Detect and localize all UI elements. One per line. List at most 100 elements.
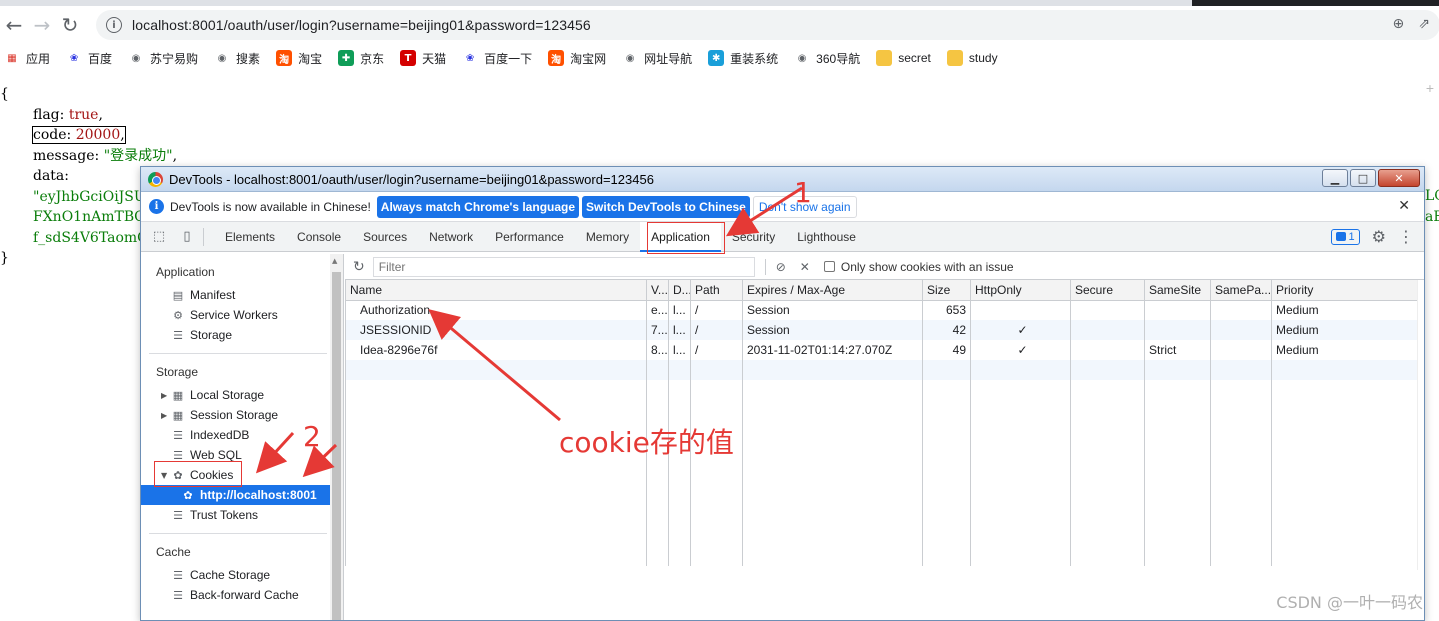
expand-arrow-icon[interactable]: ▶ <box>161 391 171 400</box>
sidebar-item-cache-storage[interactable]: ☰ Cache Storage <box>141 565 343 585</box>
forward-icon[interactable]: → <box>28 11 56 39</box>
table-cell <box>970 380 1071 566</box>
table-row[interactable]: JSESSIONID 7... l... / Session 42 ✓ Medium <box>345 320 1418 340</box>
table-cell <box>1210 380 1272 566</box>
table-cell: 49 <box>922 340 971 360</box>
tab-security[interactable]: Security <box>721 222 786 252</box>
bookmark-item[interactable]: 淘淘宝网 <box>548 50 606 67</box>
settings-gear-icon[interactable]: ⚙ <box>1372 227 1386 246</box>
bookmark-item[interactable]: 淘淘宝 <box>276 50 322 67</box>
tab-memory[interactable]: Memory <box>575 222 640 252</box>
table-row[interactable]: Authorization e... l... / Session 653 Medium <box>345 300 1418 320</box>
maximize-button[interactable]: □ <box>1350 169 1376 187</box>
column-header[interactable]: V... <box>646 280 669 301</box>
bookmark-item[interactable]: secret <box>876 50 931 66</box>
annotation-label-1: 1 <box>794 176 812 209</box>
database-icon: ☰ <box>173 328 183 342</box>
table-header-row: Name V... D... Path Expires / Max-Age Size Htt… <box>345 280 1418 301</box>
share-icon[interactable]: ⇗ <box>1418 16 1430 32</box>
bookmark-item[interactable]: ◉ 360导航 <box>794 50 860 67</box>
scroll-up-icon[interactable]: ▲ <box>332 257 337 265</box>
sidebar-scrollbar[interactable]: ▲ <box>330 254 343 620</box>
column-header[interactable]: D... <box>668 280 691 301</box>
issues-badge[interactable]: 1 <box>1330 228 1360 245</box>
column-header[interactable]: HttpOnly <box>970 280 1071 301</box>
sidebar-item-local-storage[interactable]: ▶ ▦ Local Storage <box>141 385 343 405</box>
address-bar[interactable]: i localhost:8001/oauth/user/login?userna… <box>96 10 1439 40</box>
sidebar-item-storage[interactable]: ☰ Storage <box>141 325 343 345</box>
bookmark-item[interactable]: study <box>946 50 998 66</box>
back-icon[interactable]: ← <box>0 11 28 39</box>
bookmark-item[interactable]: ▦ 应用 <box>4 50 50 67</box>
tab-console[interactable]: Console <box>286 222 352 252</box>
url-text[interactable]: localhost:8001/oauth/user/login?username… <box>132 17 591 33</box>
column-header[interactable]: Expires / Max-Age <box>742 280 923 301</box>
table-cell: / <box>690 340 743 360</box>
globe-icon: ◉ <box>131 52 141 64</box>
bookmark-label: 天猫 <box>422 51 447 66</box>
column-header[interactable]: Size <box>922 280 971 301</box>
minimize-button[interactable]: ▁ <box>1322 169 1348 187</box>
table-row[interactable]: Idea-8296e76f 8... l.../2031-11-02T01:14:2… <box>345 340 1418 360</box>
refresh-icon[interactable]: ↻ <box>353 259 365 275</box>
tab-separator <box>203 227 204 246</box>
cookies-table: Name V... D... Path Expires / Max-Age Size Htt… <box>345 280 1418 566</box>
gear-icon: ⚙ <box>173 308 183 322</box>
bookmark-item[interactable]: T 天猫 <box>400 50 446 67</box>
only-issues-checkbox[interactable] <box>823 261 835 272</box>
tab-lighthouse[interactable]: Lighthouse <box>786 222 867 252</box>
table-cell: e... <box>646 300 669 320</box>
tab-elements[interactable]: Elements <box>214 222 286 252</box>
close-infobar-icon[interactable]: ✕ <box>1398 198 1410 214</box>
sidebar-item-cookie-origin[interactable]: ✿ http://localhost:8001 <box>141 485 343 505</box>
bookmark-item[interactable]: ◉ 搜素 <box>214 50 260 67</box>
taobao-icon: 淘 <box>548 50 565 66</box>
column-header[interactable]: Name <box>345 280 647 301</box>
sidebar-item-trust-tokens[interactable]: ☰ Trust Tokens <box>141 505 343 525</box>
devtools-titlebar[interactable]: DevTools - localhost:8001/oauth/user/log… <box>141 167 1424 192</box>
table-scrollbar[interactable] <box>1417 280 1424 570</box>
close-window-button[interactable]: ✕ <box>1378 169 1420 187</box>
tab-performance[interactable]: Performance <box>484 222 575 252</box>
tab-network[interactable]: Network <box>418 222 484 252</box>
devtools-tabbar: ⬚ ▯ Elements Console Sources Network Perform… <box>141 221 1424 252</box>
inspect-element-icon[interactable]: ⬚ <box>149 227 169 247</box>
annotation-box-cookies <box>154 461 242 487</box>
bookmark-item[interactable]: ✚ 京东 <box>338 50 384 67</box>
bookmark-item[interactable]: ✱ 重装系统 <box>708 50 778 67</box>
always-match-language-button[interactable]: Always match Chrome's language <box>376 195 580 218</box>
column-header[interactable]: Secure <box>1070 280 1145 301</box>
reload-icon[interactable]: ↻ <box>56 11 84 39</box>
table-cell <box>1210 320 1272 340</box>
tab-sources[interactable]: Sources <box>352 222 418 252</box>
sidebar-item-service-workers[interactable]: ⚙ Service Workers <box>141 305 343 325</box>
more-options-icon[interactable]: ⋮ <box>1398 227 1414 246</box>
toolbar-separator <box>764 258 766 275</box>
table-cell <box>1271 360 1418 380</box>
clear-filtered-cookies-icon[interactable]: ⊘ <box>776 260 786 274</box>
bookmark-item[interactable]: ❀ 百度一下 <box>462 50 532 67</box>
column-header[interactable]: Priority <box>1271 280 1418 301</box>
switch-to-chinese-button[interactable]: Switch DevTools to Chinese <box>582 195 750 218</box>
expand-arrow-icon[interactable]: ▶ <box>161 411 171 420</box>
expand-plus-icon[interactable]: + <box>1421 80 1439 98</box>
globe-icon: ◉ <box>797 52 807 64</box>
bookmark-item[interactable]: ◉ 苏宁易购 <box>128 50 198 67</box>
table-cell <box>345 360 647 380</box>
filter-input[interactable] <box>372 256 755 277</box>
sidebar-item-back-forward-cache[interactable]: ☰ Back-forward Cache <box>141 585 343 605</box>
zoom-icon[interactable]: ⊕ <box>1393 16 1405 32</box>
sidebar-item-manifest[interactable]: ▤ Manifest <box>141 285 343 305</box>
delete-selected-icon[interactable]: ✕ <box>800 260 810 274</box>
table-cell <box>970 300 1071 320</box>
bookmark-item[interactable]: ◉ 网址导航 <box>622 50 692 67</box>
site-info-icon[interactable]: i <box>106 17 122 33</box>
device-toolbar-icon[interactable]: ▯ <box>177 227 197 247</box>
column-header[interactable]: Path <box>690 280 743 301</box>
globe-icon: ◉ <box>625 52 635 64</box>
column-header[interactable]: SameSite <box>1144 280 1211 301</box>
sidebar-item-label: Trust Tokens <box>190 508 259 522</box>
bookmark-item[interactable]: ❀ 百度 <box>66 50 112 67</box>
column-header[interactable]: SamePa... <box>1210 280 1272 301</box>
sidebar-scroll-thumb[interactable] <box>332 272 341 620</box>
